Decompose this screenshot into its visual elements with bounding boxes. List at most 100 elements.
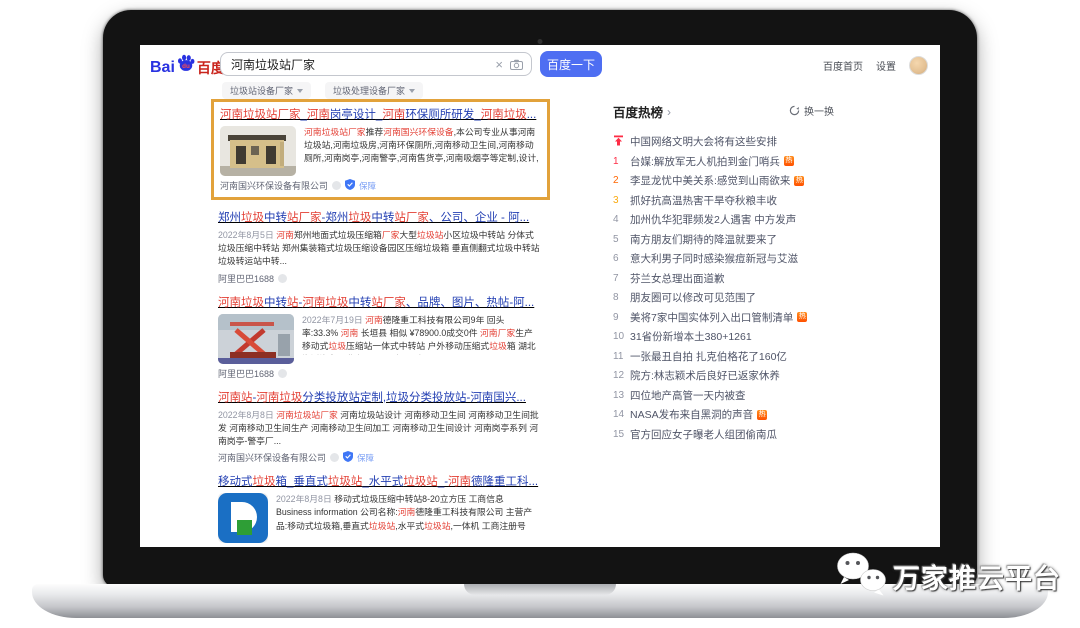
hot-search-item[interactable]: 2李显龙忧中美关系:感觉到山雨欲来热 <box>613 171 913 191</box>
text-segment: 德隆重工科... <box>471 476 538 488</box>
result-title-link[interactable]: 郑州垃圾中转站厂家-郑州垃圾中转站厂家、公司、企业 - 阿... <box>218 209 540 225</box>
browser-screen: Bai du 百度 河南垃圾站厂家 × 百度一下 百度首页 设置 垃圾站设备厂家… <box>140 45 940 547</box>
result-title-link[interactable]: 移动式垃圾箱_垂直式垃圾站_水平式垃圾站_-河南德隆重工科... <box>218 473 540 489</box>
filter-chip[interactable]: 垃圾处理设备厂家 <box>325 82 423 99</box>
text-segment: _- <box>438 476 448 488</box>
text-segment: _水平式 <box>362 476 403 488</box>
hot-search-item[interactable]: 11一张最丑自拍 扎克伯格花了160亿 <box>613 347 913 367</box>
chevron-down-icon <box>409 89 415 93</box>
result-thumbnail[interactable] <box>218 314 294 364</box>
favicon-placeholder-icon <box>332 181 341 190</box>
text-segment: 河南 <box>448 476 471 488</box>
text-segment: 河南 <box>398 507 416 517</box>
results-list: 河南垃圾站厂家_河南岗亭设计_河南环保厕所研发_河南垃圾...河南垃圾站厂家推荐… <box>218 99 540 547</box>
hot-search-item[interactable]: 6意大利男子同时感染猴痘新冠与艾滋 <box>613 249 913 269</box>
baidu-paw-icon: du <box>176 53 196 78</box>
hot-search-item[interactable]: 14NASA发布来自黑洞的声音热 <box>613 405 913 425</box>
link-settings[interactable]: 设置 <box>876 58 896 73</box>
link-baidu-home[interactable]: 百度首页 <box>823 58 863 73</box>
result-source: 阿里巴巴1688 <box>218 367 540 380</box>
result-source-name: 阿里巴巴1688 <box>218 367 274 380</box>
watermark: 万家推云平台 <box>836 551 1061 602</box>
clear-icon[interactable]: × <box>488 57 510 72</box>
text-segment: 环保厕所研发 <box>405 109 474 121</box>
search-result: 郑州垃圾中转站厂家-郑州垃圾中转站厂家、公司、企业 - 阿...2022年8月5… <box>218 209 540 285</box>
text-segment: 站厂家 <box>371 297 406 309</box>
shield-label: 保障 <box>359 180 376 192</box>
top-links: 百度首页 设置 <box>823 56 928 75</box>
hot-search-title[interactable]: 百度热榜 <box>613 102 663 121</box>
refresh-button[interactable]: 换一换 <box>789 103 834 118</box>
hot-search-item[interactable]: 7芬兰女总理出面道歉 <box>613 269 913 289</box>
result-description: 2022年8月8日 移动式垃圾压缩中转站8-20立方压 工商信息 Busines… <box>276 493 540 534</box>
text-segment: ... <box>527 109 537 121</box>
favicon-placeholder-icon <box>278 274 287 283</box>
text-segment: 分类投放站定制,垃圾分类投放站-河南国兴... <box>302 392 526 404</box>
text-segment: 2022年7月19日 <box>302 315 365 325</box>
search-result: 移动式垃圾箱_垂直式垃圾站_水平式垃圾站_-河南德隆重工科... 2022年8月8… <box>218 473 540 547</box>
hot-search-item[interactable]: 4加州仇华犯罪频发2人遇害 中方发声 <box>613 210 913 230</box>
hot-badge-icon: 热 <box>794 176 804 186</box>
hot-search-item[interactable]: 1031省份新增本土380+1261 <box>613 327 913 347</box>
hot-item-text: 一张最丑自拍 扎克伯格花了160亿 <box>630 349 787 364</box>
result-source: 阿里巴巴1688 <box>218 272 540 285</box>
search-result: 河南垃圾中转站-河南垃圾中转站厂家、品牌、图片、热帖-阿... 2022年7月19… <box>218 294 540 380</box>
hot-search-item[interactable]: 3抓好抗高温热害干旱夺秋粮丰收 <box>613 191 913 211</box>
result-source: 河南国兴环保设备有限公司保障 <box>218 451 540 464</box>
camera-icon[interactable] <box>510 59 531 70</box>
search-input[interactable]: 河南垃圾站厂家 × <box>220 52 532 76</box>
hot-search-item[interactable]: 8朋友圈可以修改可见范围了 <box>613 288 913 308</box>
result-body: 河南垃圾站厂家推荐河南国兴环保设备,本公司专业从事河南垃圾站,河南垃圾房,河南环… <box>220 126 541 176</box>
hot-rank: 5 <box>613 234 630 245</box>
text-segment: 厂家 <box>382 230 400 240</box>
filter-chip-label: 垃圾站设备厂家 <box>230 84 293 97</box>
text-segment: 河南垃圾站厂家 <box>220 109 301 121</box>
hot-item-text: 中国网络文明大会将有这些安排 <box>630 134 777 149</box>
hot-search-item[interactable]: 12院方:林志颖术后良好已返家休养 <box>613 366 913 386</box>
text-segment: 垃圾 <box>328 341 346 351</box>
text-segment: 推荐 <box>366 127 384 137</box>
result-source-name: 河南国兴环保设备有限公司 <box>220 179 328 192</box>
result-description: 2022年8月5日 河南郑州地面式垃圾压缩箱厂家大型垃圾站小区垃圾中转站 分体式… <box>218 229 540 269</box>
hot-search-item[interactable]: 15官方回应女子曝老人组团偷南瓜 <box>613 425 913 445</box>
result-title-link[interactable]: 河南垃圾站厂家_河南岗亭设计_河南环保厕所研发_河南垃圾... <box>220 106 541 122</box>
hot-item-text: NASA发布来自黑洞的声音 <box>630 407 753 422</box>
avatar[interactable] <box>909 56 928 75</box>
text-segment: 郑州 <box>218 212 241 224</box>
hot-search-item[interactable]: 5南方朋友们期待的降温就要来了 <box>613 230 913 250</box>
search-button[interactable]: 百度一下 <box>540 51 602 77</box>
result-title-link[interactable]: 河南垃圾中转站-河南垃圾中转站厂家、品牌、图片、热帖-阿... <box>218 294 540 310</box>
hot-rank: 13 <box>613 390 630 401</box>
text-segment: 垃圾站 <box>403 476 438 488</box>
hot-badge-icon: 热 <box>757 410 767 420</box>
text-segment: 垃圾站 <box>424 521 450 531</box>
text-segment: 压缩站一体式中转站 户外移动压缩式 <box>346 341 489 351</box>
hot-search-item[interactable]: 9美将7家中国实体列入出口管制清单热 <box>613 308 913 328</box>
hot-search-list: 中国网络文明大会将有这些安排 1台媒:解放军无人机拍到金门哨兵热2李显龙忧中美关系… <box>613 132 913 444</box>
page: Bai du 百度 河南垃圾站厂家 × 百度一下 百度首页 设置 垃圾站设备厂家… <box>0 0 1080 628</box>
hot-rank: 12 <box>613 370 630 381</box>
result-thumbnail[interactable] <box>220 126 296 176</box>
result-description: 河南垃圾站厂家推荐河南国兴环保设备,本公司专业从事河南垃圾站,河南垃圾房,河南环… <box>304 126 541 167</box>
text-segment: 站 <box>287 297 299 309</box>
result-source-name: 河南国兴环保设备有限公司 <box>218 451 326 464</box>
refresh-label: 换一换 <box>804 103 834 118</box>
text-segment: 垃圾站 <box>328 476 363 488</box>
hot-search-item[interactable]: 中国网络文明大会将有这些安排 <box>613 132 913 152</box>
pinned-icon <box>613 135 630 149</box>
result-title-link[interactable]: 河南站-河南垃圾分类投放站定制,垃圾分类投放站-河南国兴... <box>218 389 540 405</box>
hot-search-item[interactable]: 13四位地产高管一天内被查 <box>613 386 913 406</box>
text-segment: 垃圾 <box>348 212 371 224</box>
hot-rank: 11 <box>613 351 630 362</box>
hot-item-text: 抓好抗高温热害干旱夺秋粮丰收 <box>630 193 777 208</box>
result-thumbnail[interactable] <box>218 493 268 543</box>
watermark-text: 万家推云平台 <box>893 557 1061 596</box>
hot-rank: 6 <box>613 253 630 264</box>
filter-chip[interactable]: 垃圾站设备厂家 <box>222 82 311 99</box>
text-segment: 垃圾站 <box>369 521 395 531</box>
baidu-logo[interactable]: Bai du 百度 <box>150 53 225 78</box>
hot-item-text: 院方:林志颖术后良好已返家休养 <box>630 368 780 383</box>
hot-rank: 7 <box>613 273 630 284</box>
hot-search-item[interactable]: 1台媒:解放军无人机拍到金门哨兵热 <box>613 152 913 172</box>
text-segment: 郑州地面式垃圾压缩箱 <box>294 230 382 240</box>
